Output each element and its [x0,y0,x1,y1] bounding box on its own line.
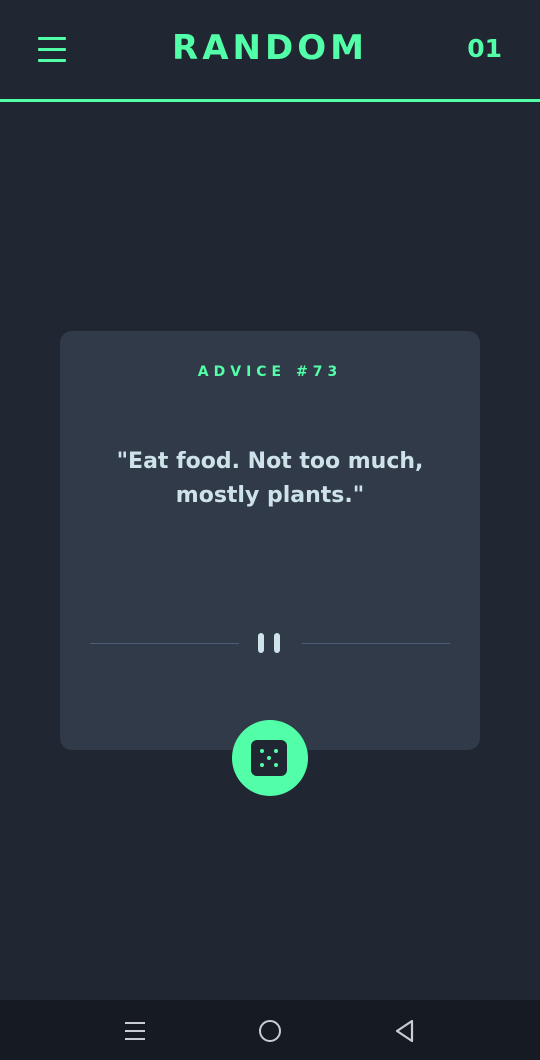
home-icon[interactable] [255,1016,285,1046]
pause-icon [258,633,284,655]
system-navigation-bar [0,1000,540,1060]
advice-quote: "Eat food. Not too much, mostly plants." [116,449,424,508]
app-header: RANDOM 01 [0,0,540,102]
app-screen: RANDOM 01 ADVICE #73 "Eat food. Not too … [0,0,540,1060]
header-divider [0,99,540,102]
dice-icon [251,740,287,776]
advice-card: ADVICE #73 "Eat food. Not too much, most… [60,331,480,750]
recents-icon[interactable] [120,1016,150,1046]
advice-counter: 01 [467,34,502,63]
app-title: RANDOM [172,28,368,68]
generate-advice-button[interactable] [232,720,308,796]
divider-line-right [302,643,450,644]
divider-line-left [90,643,239,644]
back-icon[interactable] [390,1016,420,1046]
advice-number-label: ADVICE #73 [197,364,343,380]
